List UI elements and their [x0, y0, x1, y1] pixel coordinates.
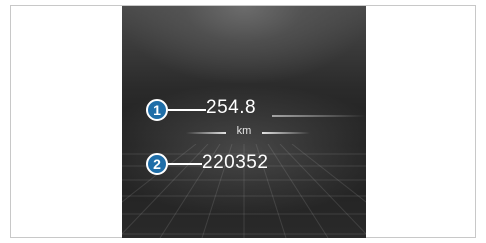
- callout-marker-1: 1: [146, 99, 168, 121]
- trip-distance-value: 254.8: [206, 97, 257, 118]
- distance-unit-label: km: [236, 125, 252, 137]
- separator-line-right: [262, 132, 310, 134]
- highlight-line: [272, 115, 366, 117]
- callout-leader-line-2: [168, 163, 202, 165]
- instrument-display: 1 254.8 km 2 220352: [122, 6, 366, 238]
- total-distance-row: 2 220352: [122, 149, 366, 179]
- callout-leader-line-1: [168, 109, 206, 111]
- callout-marker-2: 2: [146, 153, 168, 175]
- total-distance-value: 220352: [202, 152, 269, 173]
- trip-distance-row: 1 254.8: [122, 96, 366, 126]
